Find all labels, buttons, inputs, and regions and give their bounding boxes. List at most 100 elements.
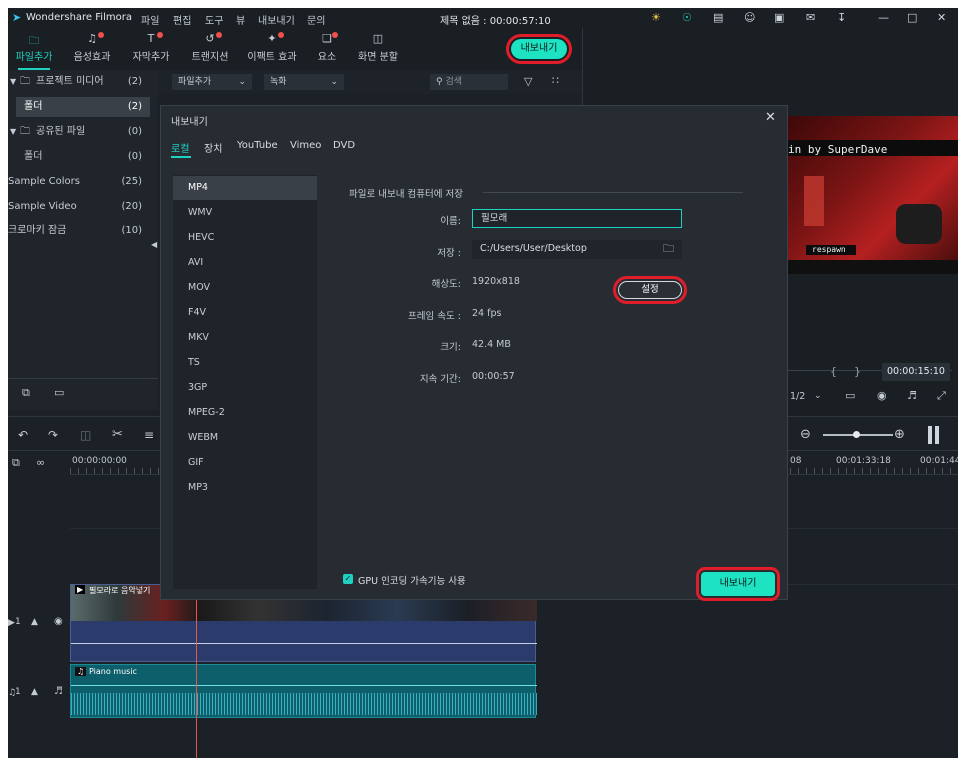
- format-ts[interactable]: TS: [173, 351, 317, 375]
- format-hevc[interactable]: HEVC: [173, 226, 317, 250]
- format-mp3[interactable]: MP3: [173, 476, 317, 500]
- record-dropdown[interactable]: 녹화 ⌄: [264, 74, 344, 90]
- download-icon[interactable]: ↧: [837, 11, 846, 24]
- filter-icon[interactable]: ▽: [524, 75, 532, 88]
- play-icon: ▶: [75, 585, 86, 594]
- ruler-start-time: 00:00:00:00: [72, 456, 127, 466]
- tab-audio[interactable]: ♫ 음성효과: [66, 28, 118, 70]
- format-3gp[interactable]: 3GP: [173, 376, 317, 400]
- link-icon[interactable]: ∞: [36, 456, 45, 469]
- folder-outline-icon[interactable]: ▭: [54, 386, 64, 399]
- camera-icon[interactable]: ◉: [877, 389, 887, 402]
- lock-icon[interactable]: ▲: [31, 617, 38, 627]
- zoom-out-icon[interactable]: ⊖: [800, 427, 811, 442]
- tab-split-screen[interactable]: ◫ 화면 분할: [352, 28, 404, 70]
- save-path-field[interactable]: C:/Users/User/Desktop 🗀: [472, 240, 682, 259]
- redo-icon[interactable]: ↷: [48, 428, 58, 442]
- menu-help[interactable]: 문의: [307, 12, 325, 27]
- tab-elements[interactable]: ❏ 요소: [310, 28, 344, 70]
- zoom-in-icon[interactable]: ⊕: [894, 427, 905, 442]
- tab-device[interactable]: 장치: [204, 140, 222, 155]
- display-icon[interactable]: ▭: [845, 389, 855, 402]
- save-icon[interactable]: ▣: [774, 11, 784, 24]
- format-mkv[interactable]: MKV: [173, 326, 317, 350]
- tab-transitions[interactable]: ↺ 트랜지션: [184, 28, 236, 70]
- minimize-icon[interactable]: —: [878, 11, 889, 24]
- close-window-icon[interactable]: ✕: [937, 11, 946, 24]
- menu-export[interactable]: 내보내기: [258, 12, 295, 27]
- menu-edit[interactable]: 편집: [173, 12, 191, 27]
- tab-vimeo[interactable]: Vimeo: [290, 140, 321, 151]
- sidebar-item-shared-folder[interactable]: 폴더 (0): [8, 147, 158, 167]
- quality-select[interactable]: 1/2: [790, 391, 805, 402]
- format-gif[interactable]: GIF: [173, 451, 317, 475]
- timecode-display: 00:00:15:10: [882, 363, 950, 381]
- tab-titles[interactable]: T 자막추가: [125, 28, 177, 70]
- notification-dot: [98, 32, 104, 38]
- undo-icon[interactable]: ↶: [18, 428, 28, 442]
- audio-clip[interactable]: ♫ Piano music: [70, 664, 537, 718]
- file-name-input[interactable]: 필모래: [472, 209, 682, 228]
- search-input[interactable]: ⚲ 검색: [430, 74, 508, 90]
- tab-dvd[interactable]: DVD: [333, 140, 355, 151]
- ruler-time-4: 00:01:44: [920, 456, 958, 466]
- sidebar-item-shared-files[interactable]: ▼ 🗀 공유된 파일 (0): [8, 122, 158, 142]
- import-dropdown[interactable]: 파일추가 ⌄: [172, 74, 252, 90]
- format-mov[interactable]: MOV: [173, 276, 317, 300]
- format-avi[interactable]: AVI: [173, 251, 317, 275]
- grid-view-icon[interactable]: ∷: [552, 74, 559, 87]
- tab-local[interactable]: 로컬: [171, 140, 189, 155]
- menu-file[interactable]: 파일: [141, 12, 159, 27]
- elements-icon: ❏: [322, 32, 332, 45]
- gpu-checkbox[interactable]: ✓: [343, 574, 353, 584]
- gift-icon[interactable]: ▤: [713, 11, 723, 24]
- sidebar-item-chroma-key[interactable]: 크로마키 잠금 (10): [8, 221, 158, 241]
- sidebar-item-folder[interactable]: 폴더 (2): [16, 97, 150, 117]
- chevron-down-icon[interactable]: ⌄: [814, 391, 822, 401]
- tab-effects[interactable]: ✦ 이팩트 효과: [244, 28, 300, 70]
- effect-icon: ✦: [267, 32, 277, 45]
- tab-import[interactable]: 🗀 파일추가: [10, 28, 58, 70]
- dialog-export-button[interactable]: 내보내기: [696, 567, 780, 601]
- media-library-sidebar: ▼ 🗀 프로젝트 미디어 (2) 폴더 (2) ▼ 🗀 공유된 파일 (0) 폴…: [8, 70, 158, 410]
- volume-icon[interactable]: ♬: [907, 389, 917, 402]
- format-mp4[interactable]: MP4: [173, 176, 317, 200]
- format-webm[interactable]: WEBM: [173, 426, 317, 450]
- resolution-label: 해상도:: [431, 279, 461, 290]
- add-track-icon[interactable]: ⧉: [12, 456, 20, 470]
- format-f4v[interactable]: F4V: [173, 301, 317, 325]
- lightbulb-icon[interactable]: ☀: [651, 11, 661, 24]
- close-icon[interactable]: ✕: [765, 110, 776, 125]
- menu-view[interactable]: 뷰: [236, 12, 245, 27]
- eye-icon[interactable]: ◉: [54, 616, 63, 627]
- mail-icon[interactable]: ✉: [806, 11, 815, 24]
- top-export-button[interactable]: 내보내기: [506, 34, 572, 64]
- lock-icon[interactable]: ▲: [31, 687, 38, 697]
- tab-youtube[interactable]: YouTube: [237, 140, 278, 151]
- speaker-icon[interactable]: ♬: [54, 686, 63, 697]
- account-icon[interactable]: ☺: [744, 11, 755, 24]
- menu-tools[interactable]: 도구: [205, 12, 223, 27]
- notification-dot: [332, 32, 338, 38]
- media-toolbar: 파일추가 ⌄ 녹화 ⌄ ⚲ 검색 ▽ ∷: [158, 70, 582, 94]
- maximize-icon[interactable]: □: [907, 11, 917, 24]
- mark-in-icon[interactable]: {: [830, 365, 837, 378]
- settings-button[interactable]: 설정: [613, 276, 687, 304]
- split-screen-icon: ◫: [372, 32, 384, 45]
- sidebar-item-sample-video[interactable]: Sample Video (20): [8, 197, 158, 217]
- adjust-icon[interactable]: ≡: [144, 428, 154, 442]
- fullscreen-icon[interactable]: ⤢: [937, 389, 946, 403]
- music-note-icon: ♫: [75, 667, 87, 676]
- zoom-slider-handle[interactable]: [853, 431, 860, 438]
- collapse-arrow-icon[interactable]: ◀: [151, 240, 157, 249]
- new-folder-icon[interactable]: ⧉: [22, 386, 30, 400]
- mark-out-icon[interactable]: }: [854, 365, 861, 378]
- sidebar-item-sample-colors[interactable]: Sample Colors (25): [8, 172, 158, 192]
- format-wmv[interactable]: WMV: [173, 201, 317, 225]
- folder-icon[interactable]: 🗀: [663, 240, 674, 257]
- cut-icon[interactable]: ✂: [112, 427, 123, 442]
- delete-icon[interactable]: ◫: [80, 428, 91, 442]
- format-mpeg2[interactable]: MPEG-2: [173, 401, 317, 425]
- headset-icon[interactable]: ☉: [682, 11, 692, 24]
- sidebar-item-project-media[interactable]: ▼ 🗀 프로젝트 미디어 (2): [8, 72, 158, 92]
